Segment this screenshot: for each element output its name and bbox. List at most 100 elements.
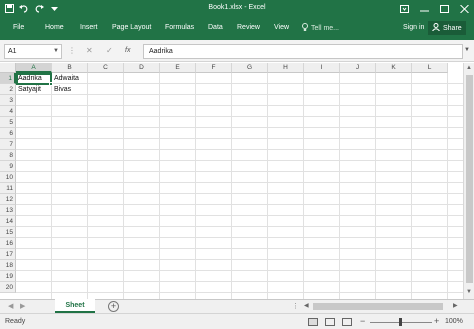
row-header-12[interactable]: 12 bbox=[0, 194, 16, 205]
horizontal-scrollbar[interactable]: ◀ ▶ bbox=[303, 302, 461, 311]
close-icon[interactable] bbox=[454, 0, 474, 17]
page-layout-view-icon[interactable] bbox=[325, 318, 335, 326]
formula-input[interactable]: Aadrika bbox=[143, 44, 463, 59]
cell-b1[interactable]: Adwaita bbox=[52, 73, 88, 84]
row-header-14[interactable]: 14 bbox=[0, 216, 16, 227]
row-header-18[interactable]: 18 bbox=[0, 260, 16, 271]
zoom-level[interactable]: 100% bbox=[445, 318, 463, 325]
row-header-3[interactable]: 3 bbox=[0, 95, 16, 106]
tab-home[interactable]: Home bbox=[45, 24, 64, 31]
row-gridline bbox=[16, 116, 463, 117]
row-header-16[interactable]: 16 bbox=[0, 238, 16, 249]
tab-data[interactable]: Data bbox=[208, 24, 223, 31]
status-bar: Ready − + 100% bbox=[0, 313, 474, 329]
scroll-right-icon[interactable]: ▶ bbox=[453, 302, 458, 309]
tell-me-box[interactable]: Tell me... bbox=[302, 23, 339, 34]
column-header-k[interactable]: K bbox=[376, 63, 412, 73]
column-header-e[interactable]: E bbox=[160, 63, 196, 73]
sheet-tab[interactable]: Sheet bbox=[55, 299, 95, 313]
tab-review[interactable]: Review bbox=[237, 24, 260, 31]
row-header-19[interactable]: 19 bbox=[0, 271, 16, 282]
sheet-prev-icon[interactable]: ◀ bbox=[8, 302, 13, 310]
row-gridline bbox=[16, 259, 463, 260]
status-text: Ready bbox=[5, 318, 26, 325]
cell-b2[interactable]: Bivas bbox=[52, 84, 88, 95]
sheet-next-icon[interactable]: ▶ bbox=[20, 302, 25, 310]
column-gridline bbox=[411, 73, 412, 299]
scroll-down-icon[interactable]: ▼ bbox=[466, 289, 472, 295]
row-gridline bbox=[16, 171, 463, 172]
row-header-1[interactable]: 1 bbox=[0, 73, 16, 84]
minimize-icon[interactable] bbox=[414, 0, 434, 17]
tab-file[interactable]: File bbox=[13, 24, 24, 31]
worksheet-grid[interactable]: A B C D E F G H I J K L 1 2 3 4 5 6 7 8 9 10 11 12 13 14 15 16 17 18 1… bbox=[0, 63, 463, 299]
ribbon-display-options-icon[interactable] bbox=[394, 0, 414, 17]
column-header-f[interactable]: F bbox=[196, 63, 232, 73]
page-break-preview-icon[interactable] bbox=[342, 318, 352, 326]
row-header-9[interactable]: 9 bbox=[0, 161, 16, 172]
formula-bar-grip-icon: ⋮ bbox=[68, 46, 76, 55]
row-header-5[interactable]: 5 bbox=[0, 117, 16, 128]
column-gridline bbox=[123, 73, 124, 299]
row-header-20[interactable]: 20 bbox=[0, 282, 16, 293]
row-header-7[interactable]: 7 bbox=[0, 139, 16, 150]
zoom-in-icon[interactable]: + bbox=[434, 316, 439, 326]
column-header-a[interactable]: A bbox=[16, 63, 52, 73]
column-header-b[interactable]: B bbox=[52, 63, 88, 73]
sign-in-link[interactable]: Sign in bbox=[403, 24, 424, 31]
tell-me-label: Tell me... bbox=[311, 25, 340, 32]
tab-page-layout[interactable]: Page Layout bbox=[112, 24, 151, 31]
add-sheet-icon[interactable]: + bbox=[108, 301, 119, 312]
horizontal-scroll-thumb[interactable] bbox=[313, 303, 443, 310]
row-gridline bbox=[16, 292, 463, 293]
row-header-4[interactable]: 4 bbox=[0, 106, 16, 117]
share-button[interactable]: Share bbox=[428, 21, 466, 35]
column-header-l[interactable]: L bbox=[412, 63, 448, 73]
column-gridline bbox=[303, 73, 304, 299]
column-header-g[interactable]: G bbox=[232, 63, 268, 73]
select-all-corner[interactable] bbox=[0, 63, 16, 73]
vertical-scrollbar[interactable]: ▲ ▼ bbox=[463, 63, 474, 299]
column-header-d[interactable]: D bbox=[124, 63, 160, 73]
zoom-out-icon[interactable]: − bbox=[360, 316, 365, 326]
column-header-c[interactable]: C bbox=[88, 63, 124, 73]
row-header-15[interactable]: 15 bbox=[0, 227, 16, 238]
normal-view-icon[interactable] bbox=[308, 318, 318, 326]
enter-entry-icon[interactable]: ✓ bbox=[106, 46, 113, 55]
column-header-j[interactable]: J bbox=[340, 63, 376, 73]
column-gridline bbox=[447, 73, 448, 299]
row-header-2[interactable]: 2 bbox=[0, 84, 16, 95]
row-gridline bbox=[16, 270, 463, 271]
tab-formulas[interactable]: Formulas bbox=[165, 24, 194, 31]
chevron-down-icon[interactable]: ▼ bbox=[53, 48, 59, 54]
zoom-slider-knob[interactable] bbox=[399, 318, 402, 326]
tab-insert[interactable]: Insert bbox=[80, 24, 98, 31]
scroll-left-icon[interactable]: ◀ bbox=[304, 302, 309, 309]
row-header-10[interactable]: 10 bbox=[0, 172, 16, 183]
insert-function-icon[interactable]: fx bbox=[125, 47, 130, 54]
title-bar: Book1.xlsx - Excel bbox=[0, 0, 474, 17]
expand-formula-bar-icon[interactable]: ▼ bbox=[464, 47, 470, 53]
column-gridline bbox=[267, 73, 268, 299]
row-gridline bbox=[16, 127, 463, 128]
formula-bar-area: A1 ▼ ⋮ ✕ ✓ fx Aadrika ▼ bbox=[0, 40, 474, 62]
tab-view[interactable]: View bbox=[274, 24, 289, 31]
row-header-17[interactable]: 17 bbox=[0, 249, 16, 260]
cancel-entry-icon[interactable]: ✕ bbox=[86, 46, 93, 55]
row-header-6[interactable]: 6 bbox=[0, 128, 16, 139]
column-header-i[interactable]: I bbox=[304, 63, 340, 73]
row-header-11[interactable]: 11 bbox=[0, 183, 16, 194]
fill-handle[interactable] bbox=[49, 82, 53, 86]
name-box[interactable]: A1 ▼ bbox=[4, 44, 62, 59]
vertical-scroll-thumb[interactable] bbox=[466, 75, 473, 283]
row-header-13[interactable]: 13 bbox=[0, 205, 16, 216]
scroll-up-icon[interactable]: ▲ bbox=[466, 65, 472, 71]
name-box-value: A1 bbox=[8, 48, 17, 55]
cell-a2[interactable]: Satyajit bbox=[16, 84, 52, 95]
column-header-h[interactable]: H bbox=[268, 63, 304, 73]
tab-splitter-icon[interactable]: ⋮ bbox=[292, 302, 299, 310]
active-cell-selection bbox=[16, 73, 53, 86]
row-header-8[interactable]: 8 bbox=[0, 150, 16, 161]
maximize-icon[interactable] bbox=[434, 0, 454, 17]
column-gridline bbox=[231, 73, 232, 299]
